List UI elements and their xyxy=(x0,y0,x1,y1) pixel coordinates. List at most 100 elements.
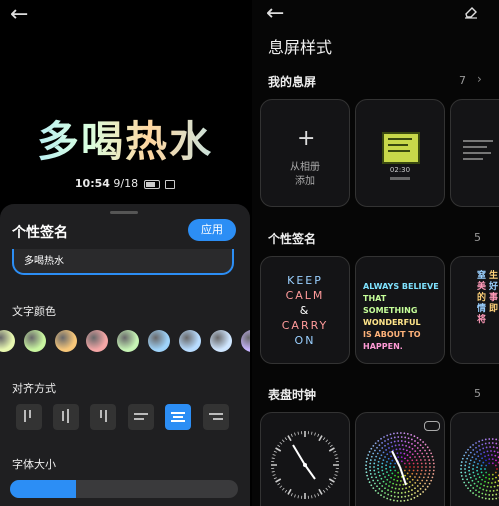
always-believe-line: ALWAYS BELIEVE xyxy=(363,282,439,291)
keep-calm-card[interactable]: KEEP CALM & CARRY ON xyxy=(260,256,350,364)
always-believe-line: WONDERFUL xyxy=(363,318,421,327)
color-swatch[interactable] xyxy=(179,330,201,352)
clock-tick xyxy=(334,474,338,476)
clock-tick xyxy=(287,435,292,442)
back-arrow-icon[interactable]: ← xyxy=(10,4,28,26)
clock-tick xyxy=(275,447,282,452)
clock-dot xyxy=(419,438,422,441)
clock-dot xyxy=(477,473,479,476)
align-vertical-left-button[interactable] xyxy=(16,404,42,430)
clock-dot xyxy=(490,486,492,488)
clock-dot xyxy=(485,446,488,449)
align-vertical-center-button[interactable] xyxy=(53,404,79,430)
clock-dot xyxy=(411,447,414,450)
clock-dot xyxy=(396,432,399,435)
align-right-button[interactable] xyxy=(203,404,229,430)
aod-photo-card[interactable]: 02:30 xyxy=(355,99,445,207)
clock-dot xyxy=(374,459,376,461)
clock-dot xyxy=(374,473,376,475)
aod-text-card-partial[interactable] xyxy=(450,99,499,207)
clock-dot xyxy=(472,449,475,451)
analog-clock-card[interactable] xyxy=(260,412,350,506)
clock-dot xyxy=(488,462,491,465)
clock-dot xyxy=(466,478,469,481)
clock-dot xyxy=(416,462,419,465)
drag-handle[interactable] xyxy=(110,211,138,214)
apply-button[interactable]: 应用 xyxy=(188,219,236,241)
signature-char: 窒 xyxy=(477,271,487,281)
clock-dot xyxy=(473,453,476,456)
clock-dot xyxy=(399,432,402,434)
clock-dot xyxy=(405,487,408,490)
clock-dot xyxy=(387,457,390,460)
clock-tick xyxy=(279,485,283,489)
color-swatch[interactable] xyxy=(55,330,77,352)
clock-dot xyxy=(381,469,384,472)
signature-input[interactable]: 多喝热水 xyxy=(12,249,234,275)
chinese-signature-card-partial[interactable]: 窒生美 好的 事情 即将 xyxy=(450,256,499,364)
clock-dot xyxy=(422,441,424,443)
color-swatch[interactable] xyxy=(24,330,46,352)
back-arrow-icon[interactable]: ← xyxy=(266,3,284,25)
clock-tick xyxy=(329,444,333,448)
align-left-button[interactable] xyxy=(128,404,154,430)
clock-dot xyxy=(424,488,427,491)
clock-dot xyxy=(414,487,416,490)
clock-dot xyxy=(365,464,367,467)
eraser-icon[interactable] xyxy=(464,4,478,19)
clock-dot xyxy=(472,444,474,446)
clock-dot xyxy=(411,489,413,491)
cast-icon xyxy=(165,179,176,189)
always-believe-line: HAPPEN. xyxy=(363,342,403,351)
sheet-title: 个性签名 xyxy=(12,225,68,241)
clock-dot xyxy=(369,462,372,465)
color-swatch[interactable] xyxy=(86,330,108,352)
clock-dot xyxy=(461,457,464,460)
dot-clock-card[interactable] xyxy=(355,412,445,506)
align-center-button[interactable] xyxy=(165,404,191,430)
clock-dot xyxy=(414,476,416,478)
clock-dot xyxy=(398,488,401,490)
add-from-album-card[interactable]: + 从相册 添加 xyxy=(260,99,350,207)
clock-dot xyxy=(406,459,409,462)
clock-dot xyxy=(372,479,375,482)
clock-dot xyxy=(385,464,388,467)
clock-dot xyxy=(374,489,377,492)
keep-calm-line: CARRY xyxy=(281,319,329,332)
clock-dot xyxy=(378,444,381,447)
clock-dot xyxy=(406,477,409,480)
clock-dot xyxy=(400,436,403,438)
dot-clock-card-partial[interactable] xyxy=(450,412,499,506)
clock-dot xyxy=(381,485,384,487)
chevron-right-icon[interactable]: › xyxy=(477,72,482,86)
color-swatch[interactable] xyxy=(241,330,250,352)
clock-dot xyxy=(479,487,481,489)
clock-dot xyxy=(417,490,419,492)
clock-dot xyxy=(370,455,373,458)
clock-dot xyxy=(473,461,476,464)
page-title: 息屏样式 xyxy=(268,38,333,57)
clock-dot xyxy=(413,435,416,438)
clock-dot xyxy=(493,450,496,453)
color-swatch[interactable] xyxy=(148,330,170,352)
clock-dot xyxy=(390,441,393,444)
clock-dot xyxy=(410,438,413,441)
keep-calm-line: ON xyxy=(294,334,316,347)
clock-dot xyxy=(484,493,487,496)
color-swatch[interactable] xyxy=(117,330,139,352)
color-swatch[interactable] xyxy=(0,330,15,352)
clock-dot xyxy=(426,446,429,449)
clock-dot xyxy=(380,494,382,497)
clock-dot xyxy=(393,432,395,435)
clock-dot xyxy=(481,443,484,446)
clock-dot xyxy=(460,464,463,467)
always-believe-card[interactable]: ALWAYS BELIEVE THAT SOMETHING WONDERFUL IS … xyxy=(355,256,445,364)
clock-tick xyxy=(281,487,285,491)
clock-tick xyxy=(275,478,282,483)
color-swatch[interactable] xyxy=(210,330,232,352)
clock-dot xyxy=(476,466,479,469)
clock-dot xyxy=(405,444,408,447)
clock-face-section-title: 表盘时钟 xyxy=(268,388,317,402)
align-vertical-right-button[interactable] xyxy=(90,404,116,430)
font-size-slider[interactable] xyxy=(10,480,238,498)
